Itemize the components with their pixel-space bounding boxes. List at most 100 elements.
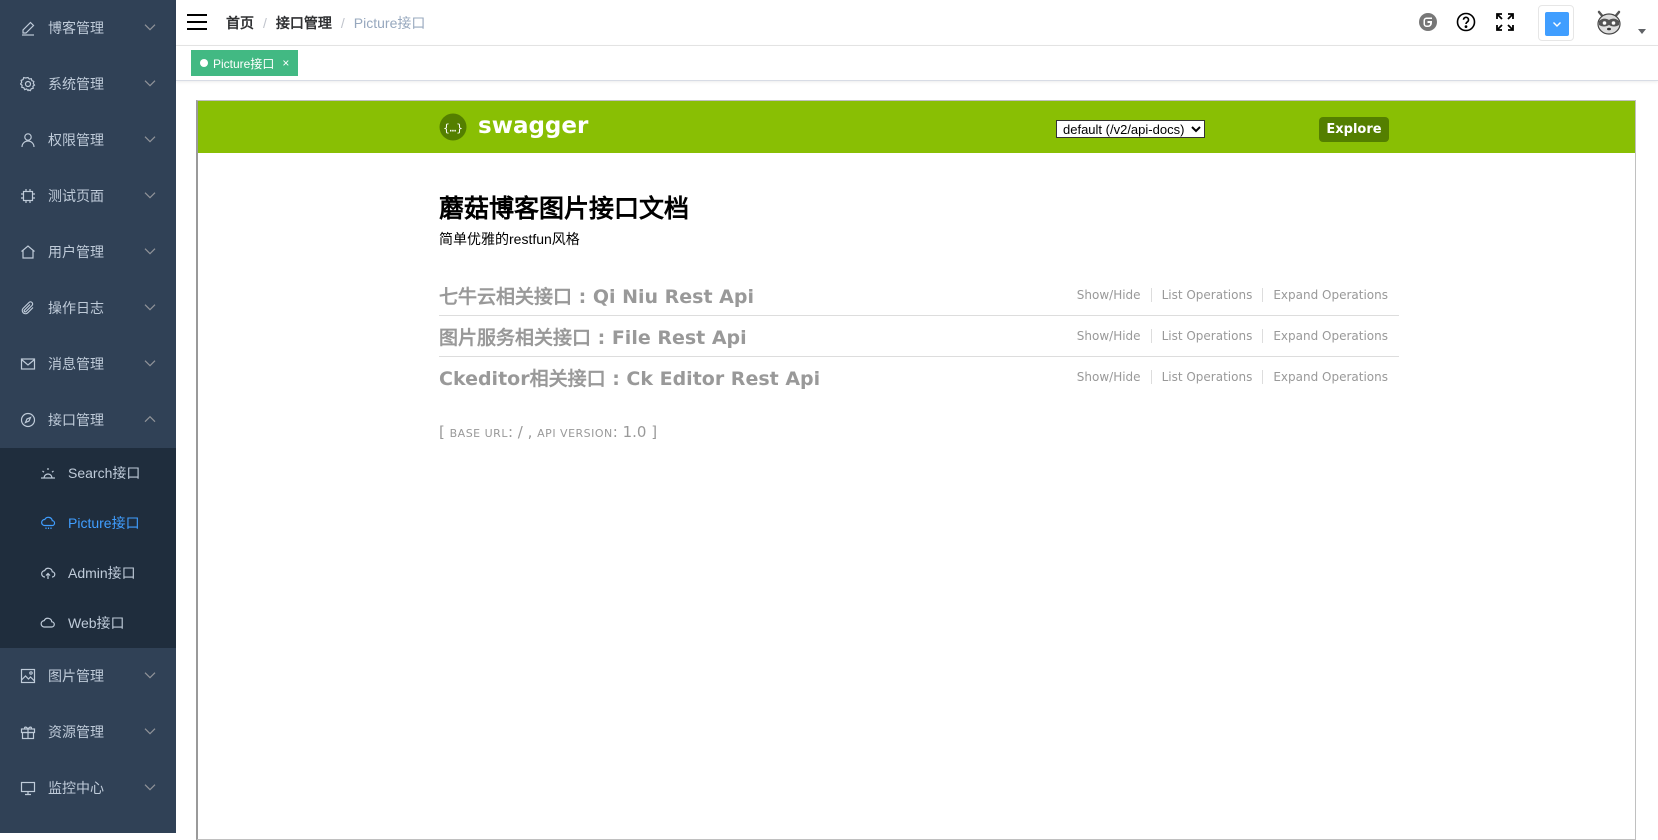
- resource-title[interactable]: 七牛云相关接口 : Qi Niu Rest Api: [439, 282, 754, 309]
- chevron-down-icon: [144, 359, 156, 367]
- chevron-down-icon: [144, 79, 156, 87]
- chevron-down-icon: [144, 23, 156, 31]
- theme-color-picker[interactable]: [1538, 5, 1574, 41]
- chevron-down-icon: [144, 783, 156, 791]
- list-operations-link[interactable]: List Operations: [1150, 329, 1263, 343]
- sidebar-item-label: Picture接口: [68, 515, 140, 531]
- picture-icon: [20, 668, 36, 684]
- active-dot: [200, 59, 208, 67]
- expand-operations-link[interactable]: Expand Operations: [1262, 329, 1388, 343]
- resource-ckeditor: Ckeditor相关接口 : Ck Editor Rest Api Show/H…: [439, 356, 1399, 397]
- list-operations-link[interactable]: List Operations: [1150, 288, 1263, 302]
- sidebar-item-system[interactable]: 系统管理: [0, 56, 176, 112]
- chevron-down-icon: [144, 303, 156, 311]
- resource-ops: Show/Hide List Operations Expand Operati…: [1067, 288, 1388, 302]
- explore-button[interactable]: Explore: [1319, 117, 1389, 142]
- chevron-down-icon: [144, 135, 156, 143]
- resource-title[interactable]: 图片服务相关接口 : File Rest Api: [439, 323, 747, 350]
- cloud-upload-icon: [40, 565, 56, 581]
- sidebar-item-blog[interactable]: 博客管理: [0, 0, 176, 56]
- fullscreen-icon[interactable]: [1495, 12, 1515, 32]
- show-hide-link[interactable]: Show/Hide: [1067, 370, 1151, 384]
- sidebar-item-label: 操作日志: [48, 300, 104, 316]
- breadcrumb-current: Picture接口: [353, 15, 426, 31]
- home-icon: [20, 244, 36, 260]
- paperclip-icon: [20, 300, 36, 316]
- theme-color-swatch: [1545, 12, 1569, 36]
- chevron-up-icon: [144, 415, 156, 423]
- sidebar-item-web-api[interactable]: Web接口: [0, 598, 176, 648]
- mail-icon: [20, 356, 36, 372]
- api-spec-select[interactable]: default (/v2/api-docs): [1056, 120, 1205, 138]
- hamburger-icon[interactable]: [186, 11, 208, 33]
- avatar[interactable]: [1594, 7, 1624, 37]
- sidebar-item-admin-api[interactable]: Admin接口: [0, 548, 176, 598]
- sidebar-item-label: 用户管理: [48, 244, 104, 260]
- api-doc-description: 简单优雅的restfun风格: [439, 231, 580, 247]
- sidebar-item-monitor[interactable]: 监控中心: [0, 760, 176, 816]
- breadcrumb-separator: /: [263, 15, 267, 31]
- resource-qiniu: 七牛云相关接口 : Qi Niu Rest Api Show/Hide List…: [439, 274, 1399, 316]
- chip-icon: [20, 188, 36, 204]
- sidebar-item-label: Search接口: [68, 465, 141, 481]
- tags-view: Picture接口 ×: [176, 46, 1658, 81]
- cloud-rain-icon: [40, 515, 56, 531]
- sidebar-item-message[interactable]: 消息管理: [0, 336, 176, 392]
- chevron-down-icon: [144, 247, 156, 255]
- breadcrumb-home[interactable]: 首页: [226, 13, 254, 33]
- edit-icon: [20, 20, 36, 36]
- expand-operations-link[interactable]: Expand Operations: [1262, 370, 1388, 384]
- api-doc-title: 蘑菇博客图片接口文档: [439, 195, 690, 223]
- api-version-value: 1.0: [622, 423, 647, 441]
- chevron-down-icon: [144, 191, 156, 199]
- swagger-header: {…} swagger default (/v2/api-docs) Explo…: [198, 101, 1635, 153]
- expand-operations-link[interactable]: Expand Operations: [1262, 288, 1388, 302]
- help-icon[interactable]: [1456, 12, 1476, 32]
- gift-icon: [20, 724, 36, 740]
- sidebar-item-permission[interactable]: 权限管理: [0, 112, 176, 168]
- tag-picture-api[interactable]: Picture接口 ×: [191, 50, 299, 76]
- chevron-down-icon: [144, 671, 156, 679]
- show-hide-link[interactable]: Show/Hide: [1067, 329, 1151, 343]
- gear-icon: [20, 76, 36, 92]
- sidebar-item-interface[interactable]: 接口管理: [0, 392, 176, 448]
- close-icon[interactable]: ×: [282, 56, 289, 70]
- sidebar-item-label: 接口管理: [48, 412, 104, 428]
- show-hide-link[interactable]: Show/Hide: [1067, 288, 1151, 302]
- resource-file: 图片服务相关接口 : File Rest Api Show/Hide List …: [439, 315, 1399, 357]
- sidebar-item-picture-api[interactable]: Picture接口: [0, 498, 176, 548]
- compass-icon: [20, 412, 36, 428]
- chevron-down-icon: [144, 727, 156, 735]
- base-url-info: [ base url: / , api version: 1.0 ]: [439, 423, 658, 441]
- sidebar-item-resource[interactable]: 资源管理: [0, 704, 176, 760]
- api-version-label: api version: [537, 427, 613, 440]
- sidebar-item-search-api[interactable]: Search接口: [0, 448, 176, 498]
- sidebar: 博客管理 系统管理 权限管理 测试页面 用户管理 操作日志 消息管理 接口管理 …: [0, 0, 176, 833]
- svg-text:{…}: {…}: [443, 122, 463, 135]
- tag-label: Picture接口: [213, 56, 275, 71]
- user-dropdown-caret-icon[interactable]: [1638, 29, 1646, 34]
- breadcrumb: 首页 / 接口管理 / Picture接口: [226, 13, 425, 33]
- sidebar-item-label: 资源管理: [48, 724, 104, 740]
- resource-title[interactable]: Ckeditor相关接口 : Ck Editor Rest Api: [439, 364, 820, 391]
- sidebar-item-label: Web接口: [68, 615, 125, 631]
- list-operations-link[interactable]: List Operations: [1150, 370, 1263, 384]
- breadcrumb-separator: /: [340, 15, 345, 31]
- base-url-value: /: [517, 423, 523, 441]
- sidebar-item-label: 图片管理: [48, 668, 104, 684]
- chevron-down-icon: [1553, 22, 1561, 27]
- gitee-icon[interactable]: [1418, 12, 1438, 32]
- breadcrumb-interface[interactable]: 接口管理: [276, 13, 332, 33]
- sidebar-item-picture[interactable]: 图片管理: [0, 648, 176, 704]
- monitor-icon: [20, 780, 36, 796]
- sidebar-item-label: 测试页面: [48, 188, 104, 204]
- sidebar-item-label: 系统管理: [48, 76, 104, 92]
- sidebar-item-label: 博客管理: [48, 20, 104, 36]
- sidebar-item-test[interactable]: 测试页面: [0, 168, 176, 224]
- sunrise-icon: [40, 465, 56, 481]
- sidebar-item-log[interactable]: 操作日志: [0, 280, 176, 336]
- swagger-frame: {…} swagger default (/v2/api-docs) Explo…: [196, 100, 1636, 840]
- swagger-logo-icon: {…}: [439, 113, 467, 141]
- cloud-icon: [40, 615, 56, 631]
- sidebar-item-user[interactable]: 用户管理: [0, 224, 176, 280]
